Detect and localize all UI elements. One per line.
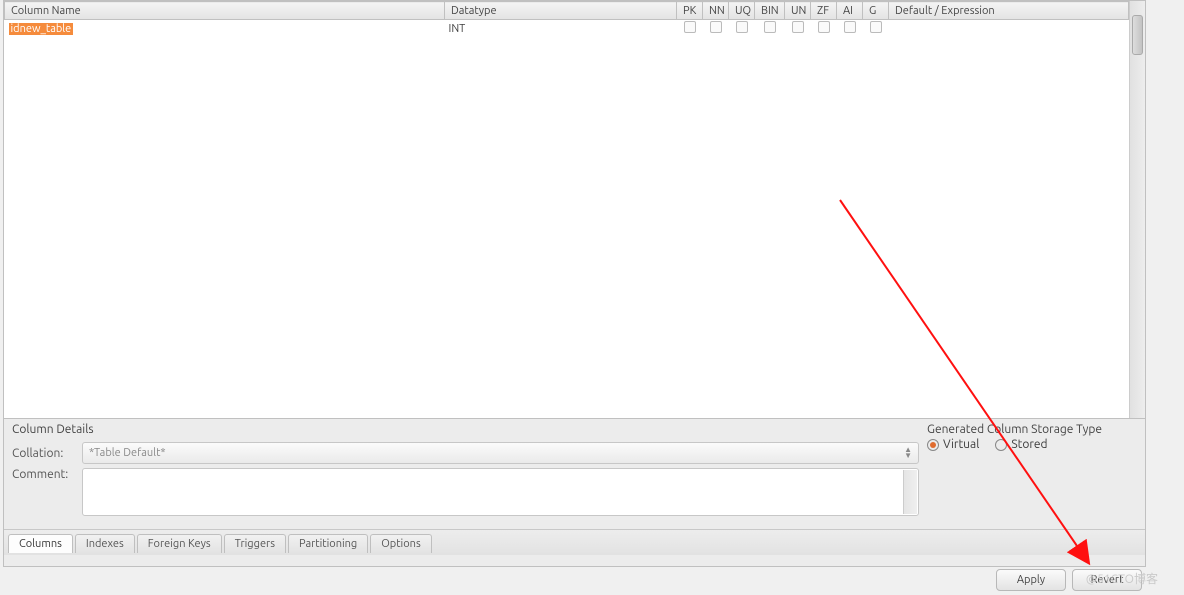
header-pk[interactable]: PK <box>677 2 703 20</box>
radio-stored[interactable]: Stored <box>995 438 1047 451</box>
apply-button[interactable]: Apply <box>996 569 1066 591</box>
header-uq[interactable]: UQ <box>729 2 755 20</box>
header-nn[interactable]: NN <box>703 2 729 20</box>
tab-partitioning[interactable]: Partitioning <box>288 534 368 553</box>
cell-default[interactable] <box>889 20 1129 38</box>
textarea-scrollbar[interactable] <box>903 470 917 514</box>
watermark: @51CTO博客 <box>1086 570 1158 587</box>
editor-tabs: Columns Indexes Foreign Keys Triggers Pa… <box>4 529 1145 555</box>
column-details-panel: Column Details Collation: *Table Default… <box>4 419 1145 529</box>
tab-foreign-keys[interactable]: Foreign Keys <box>137 534 222 553</box>
cell-datatype[interactable]: INT <box>445 20 677 38</box>
generated-heading: Generated Column Storage Type <box>927 423 1137 436</box>
radio-icon <box>995 439 1007 451</box>
table-row[interactable]: idnew_table INT <box>5 20 1129 38</box>
collation-value: *Table Default* <box>89 447 166 459</box>
radio-icon <box>927 439 939 451</box>
tab-indexes[interactable]: Indexes <box>75 534 135 553</box>
header-ai[interactable]: AI <box>837 2 863 20</box>
chevron-updown-icon: ▲▼ <box>904 447 912 459</box>
header-datatype[interactable]: Datatype <box>445 2 677 20</box>
header-g[interactable]: G <box>863 2 889 20</box>
collation-label: Collation: <box>12 447 76 460</box>
collation-select[interactable]: *Table Default* ▲▼ <box>82 442 919 464</box>
cell-uq[interactable] <box>729 20 755 38</box>
cell-un[interactable] <box>785 20 811 38</box>
tab-options[interactable]: Options <box>370 534 431 553</box>
header-un[interactable]: UN <box>785 2 811 20</box>
header-default[interactable]: Default / Expression <box>889 2 1129 20</box>
cell-g[interactable] <box>863 20 889 38</box>
cell-zf[interactable] <box>811 20 837 38</box>
header-zf[interactable]: ZF <box>811 2 837 20</box>
cell-pk[interactable] <box>677 20 703 38</box>
header-column-name[interactable]: Column Name <box>5 2 445 20</box>
tab-columns[interactable]: Columns <box>8 534 73 553</box>
comment-textarea[interactable] <box>82 468 919 516</box>
columns-grid[interactable]: Column Name Datatype PK NN UQ BIN UN ZF … <box>4 1 1129 418</box>
cell-bin[interactable] <box>755 20 785 38</box>
right-gutter <box>1148 0 1184 595</box>
columns-grid-area: Column Name Datatype PK NN UQ BIN UN ZF … <box>4 1 1145 419</box>
cell-nn[interactable] <box>703 20 729 38</box>
header-bin[interactable]: BIN <box>755 2 785 20</box>
footer-buttons: Apply Revert <box>3 567 1146 593</box>
comment-label: Comment: <box>12 468 76 481</box>
radio-virtual[interactable]: Virtual <box>927 438 979 451</box>
column-details-heading: Column Details <box>12 423 919 436</box>
cell-column-name[interactable]: idnew_table <box>5 20 445 38</box>
tab-triggers[interactable]: Triggers <box>224 534 286 553</box>
cell-ai[interactable] <box>837 20 863 38</box>
table-editor-panel: Column Name Datatype PK NN UQ BIN UN ZF … <box>3 0 1146 567</box>
grid-vertical-scrollbar[interactable] <box>1129 1 1145 418</box>
